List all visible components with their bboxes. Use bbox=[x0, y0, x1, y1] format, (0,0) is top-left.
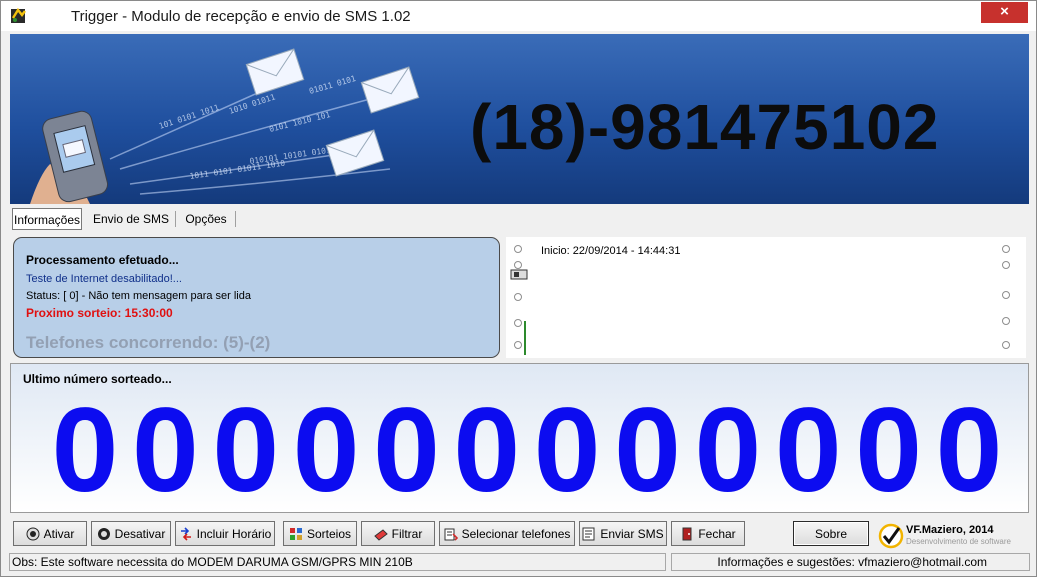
draw-digit: 0 bbox=[694, 383, 762, 517]
draw-digit: 0 bbox=[935, 383, 1003, 517]
last-number-panel: Ultimo número sorteado... 0 0 0 0 0 0 0 … bbox=[10, 363, 1029, 513]
draws-icon bbox=[289, 527, 302, 540]
close-window-button[interactable]: × bbox=[981, 2, 1028, 23]
draw-digit: 0 bbox=[51, 383, 119, 517]
draw-digit: 0 bbox=[373, 383, 440, 517]
desativar-label: Desativar bbox=[114, 526, 166, 541]
header-banner: 101 0101 1011 1010 01011 0101 1010 101 0… bbox=[10, 34, 1029, 204]
brand-name: VF.Maziero, 2014 bbox=[906, 524, 994, 536]
draw-digit: 0 bbox=[212, 383, 280, 517]
sorteios-label: Sorteios bbox=[306, 526, 352, 541]
message-status: Status: [ 0] - Não tem mensagem para ser… bbox=[26, 290, 251, 302]
checkmark-logo-icon bbox=[878, 523, 904, 549]
svg-text:101 0101 1011: 101 0101 1011 bbox=[158, 103, 221, 131]
tab-separator bbox=[175, 211, 176, 227]
banner-phone-number: (18)-981475102 bbox=[470, 91, 940, 163]
participating-phones: Telefones concorrendo: (5)-(2) bbox=[26, 333, 271, 352]
marker-circle bbox=[1002, 291, 1010, 299]
incluir-horario-label: Incluir Horário bbox=[196, 526, 272, 541]
selecionar-telefones-label: Selecionar telefones bbox=[461, 526, 571, 541]
draw-digit: 0 bbox=[292, 383, 360, 517]
sorteios-button[interactable]: Sorteios bbox=[283, 521, 357, 546]
send-sms-icon bbox=[582, 527, 595, 540]
tab-separator bbox=[235, 211, 236, 227]
modem-requirement-note: Obs: Este software necessita do MODEM DA… bbox=[9, 553, 666, 571]
marker-circle bbox=[1002, 245, 1010, 253]
fechar-label: Fechar bbox=[698, 526, 736, 541]
enviar-sms-button[interactable]: Enviar SMS bbox=[579, 521, 667, 546]
draw-digit: 0 bbox=[614, 383, 681, 517]
draw-digit: 0 bbox=[533, 383, 601, 517]
draw-digit: 0 bbox=[855, 383, 922, 517]
fechar-button[interactable]: Fechar bbox=[671, 521, 745, 546]
title-bar[interactable]: Trigger - Modulo de recepção e envio de … bbox=[1, 1, 1036, 31]
ativar-button[interactable]: Ativar bbox=[13, 521, 87, 546]
trigger-app-icon bbox=[11, 7, 26, 23]
marker-circle bbox=[514, 245, 522, 253]
internet-test-status: Teste de Internet desabilitado!... bbox=[26, 273, 182, 285]
marker-circle bbox=[1002, 261, 1010, 269]
draw-digit: 0 bbox=[453, 383, 521, 517]
tab-envio-de-sms[interactable]: Envio de SMS bbox=[88, 208, 174, 230]
control-icon bbox=[510, 269, 528, 280]
log-left-markers bbox=[510, 241, 528, 356]
marker-circle bbox=[514, 319, 522, 327]
action-toolbar: Ativar Desativar Incluir Horário Sorteio… bbox=[10, 518, 1029, 550]
tab-opcoes[interactable]: Opções bbox=[178, 208, 234, 230]
marker-circle bbox=[514, 261, 522, 269]
draw-digit: 0 bbox=[131, 383, 199, 517]
select-phones-icon bbox=[444, 528, 458, 541]
activity-log-panel[interactable]: Inicio: 22/09/2014 - 14:44:31 bbox=[506, 237, 1026, 358]
marker-circle bbox=[1002, 317, 1010, 325]
filter-icon bbox=[373, 528, 388, 541]
filtrar-label: Filtrar bbox=[391, 526, 423, 541]
sobre-button[interactable]: Sobre bbox=[793, 521, 869, 546]
start-timestamp: Inicio: 22/09/2014 - 14:44:31 bbox=[541, 245, 681, 257]
envelope-icon bbox=[245, 48, 305, 96]
last-number-digits: 0 0 0 0 0 0 0 0 0 0 0 0 bbox=[47, 390, 1007, 510]
draw-digit: 0 bbox=[774, 383, 842, 517]
marker-circle bbox=[514, 293, 522, 301]
activate-icon bbox=[26, 527, 40, 540]
svg-text:0101 1010 101: 0101 1010 101 bbox=[268, 110, 331, 134]
contact-info: Informações e sugestões: vfmaziero@hotma… bbox=[671, 553, 1030, 571]
enviar-sms-label: Enviar SMS bbox=[600, 526, 664, 541]
ativar-label: Ativar bbox=[43, 526, 75, 541]
main-window: Trigger - Modulo de recepção e envio de … bbox=[0, 0, 1037, 577]
vf-maziero-brand: VF.Maziero, 2014 Desenvolvimento de soft… bbox=[876, 520, 1026, 550]
next-draw-time: Proximo sorteio: 15:30:00 bbox=[26, 306, 173, 320]
brand-subtitle: Desenvolvimento de software bbox=[906, 537, 1011, 546]
processing-info-panel: Processamento efetuado... Teste de Inter… bbox=[13, 237, 500, 358]
window-title: Trigger - Modulo de recepção e envio de … bbox=[71, 8, 411, 25]
add-schedule-icon bbox=[180, 526, 191, 541]
exit-door-icon bbox=[682, 527, 692, 540]
svg-text:01011 0101: 01011 0101 bbox=[308, 74, 357, 96]
incluir-horario-button[interactable]: Incluir Horário bbox=[175, 521, 275, 546]
green-indicator bbox=[524, 321, 534, 355]
status-bar: Obs: Este software necessita do MODEM DA… bbox=[1, 552, 1036, 572]
selecionar-telefones-button[interactable]: Selecionar telefones bbox=[439, 521, 575, 546]
tab-informacoes[interactable]: Informações bbox=[12, 208, 82, 230]
deactivate-icon bbox=[97, 527, 110, 540]
mobile-phone-icon bbox=[30, 110, 109, 204]
filtrar-button[interactable]: Filtrar bbox=[361, 521, 435, 546]
desativar-button[interactable]: Desativar bbox=[91, 521, 171, 546]
log-right-markers bbox=[1000, 241, 1014, 356]
marker-circle bbox=[1002, 341, 1010, 349]
marker-circle bbox=[514, 341, 522, 349]
svg-text:010101 10101 0101: 010101 10101 0101 bbox=[249, 146, 332, 166]
processing-status-title: Processamento efetuado... bbox=[26, 253, 179, 267]
